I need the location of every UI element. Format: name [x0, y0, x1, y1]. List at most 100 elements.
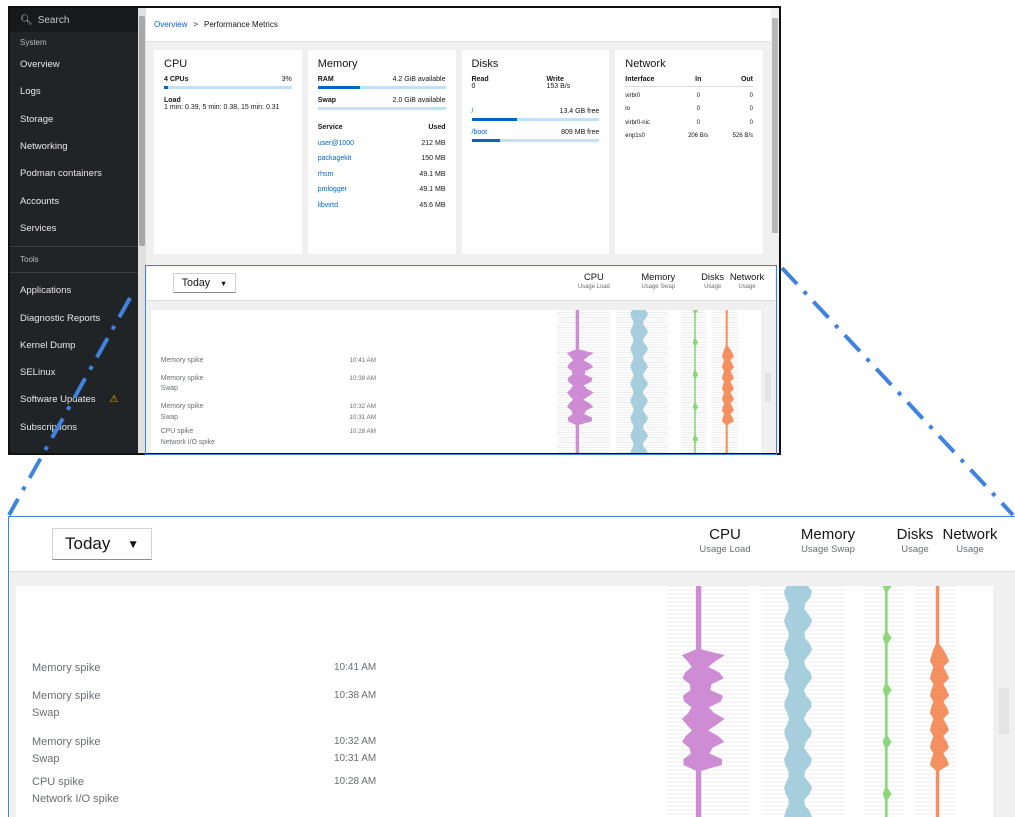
sidebar-item-label: Software Updates	[20, 394, 96, 406]
mount-free: 13.4 GB free	[559, 108, 600, 115]
iface-out: 0	[749, 106, 753, 113]
metric-group-header: CPU Usage Load	[566, 272, 622, 291]
network-table-header: Interface In Out	[625, 76, 753, 87]
timeline-header: Today ▼ CPU Usage Load Memory Usage Swap Disks…	[147, 267, 775, 301]
search-box[interactable]: 🔍︎ Search	[10, 8, 138, 32]
sidebar-item-subscriptions[interactable]: Subscriptions	[10, 414, 138, 441]
iface-in: 0	[696, 92, 700, 99]
iface-name: enp1s0	[625, 133, 645, 140]
scrollbar-thumb[interactable]	[139, 16, 145, 246]
service-link[interactable]: packagekit	[318, 155, 351, 162]
metric-group-subtitle: Usage Swap	[641, 284, 676, 291]
graph-area	[721, 309, 734, 453]
service-row: packagekit 150 MB	[318, 151, 446, 167]
search-icon: 🔍︎	[20, 14, 33, 26]
sidebar-item-storage[interactable]: Storage	[10, 106, 138, 133]
breadcrumb-overview-link[interactable]: Overview	[154, 20, 187, 29]
sidebar-item-diagnostic-reports[interactable]: Diagnostic Reports	[10, 304, 138, 331]
metric-group-header: Network Usage	[719, 272, 775, 291]
memory-usage-graph	[616, 309, 669, 453]
read-label: Read	[471, 76, 489, 83]
event-time: 10:38 AM	[349, 374, 376, 382]
metric-group-subtitle: Usage Load	[577, 284, 610, 291]
cpu-count: 4 CPUs	[164, 76, 189, 83]
service-link[interactable]: pmlogger	[318, 186, 347, 193]
timeline-list: Memory spike 10:41 AM Memory spike Swap 10:3…	[150, 309, 762, 453]
metric-group-title: Memory	[641, 272, 676, 282]
cpu-load-values: 1 min: 0.39, 5 min: 0.38, 15 min: 0.31	[164, 104, 280, 111]
sidebar-item-services[interactable]: Services	[10, 215, 138, 242]
event-time: 10:28 AM	[349, 428, 376, 436]
mount-fill	[471, 139, 500, 142]
mount-fill	[471, 118, 518, 121]
event-time: 10:41 AM	[349, 357, 376, 364]
ram-fill	[317, 86, 360, 89]
scrollbar-thumb[interactable]	[772, 18, 778, 233]
service-used: 212 MB	[421, 139, 446, 147]
sidebar-divider	[10, 272, 138, 274]
cpu-usage: 3%	[281, 76, 292, 83]
disks-usage-graph	[680, 309, 706, 453]
service-used: 49.1 MB	[419, 186, 446, 194]
service-row: libvirtd 45.6 MB	[318, 198, 446, 214]
sidebar-item-kernel-dump[interactable]: Kernel Dump	[10, 332, 138, 359]
range-select-value: Today	[181, 277, 211, 290]
ram-bar	[317, 86, 446, 89]
service-used: 45.6 MB	[419, 201, 446, 209]
mount-bar	[471, 118, 600, 121]
event-label: CPU spike	[160, 428, 194, 436]
table-row: virbr0 0 0	[625, 89, 753, 103]
zoom-outline	[8, 516, 1015, 817]
sidebar-item-overview[interactable]: Overview	[10, 51, 138, 78]
service-link[interactable]: user@1000	[318, 140, 354, 147]
table-row: lo 0 0	[625, 103, 753, 117]
event-label: Memory spike	[160, 374, 204, 382]
write-value: 153 B/s	[546, 83, 571, 90]
mount-link-boot[interactable]: /boot	[472, 129, 488, 136]
mount-bar	[471, 139, 600, 142]
cpu-title: CPU	[164, 58, 188, 70]
sidebar-item-software-updates[interactable]: Software Updates ⚠	[10, 386, 138, 413]
sidebar-item-selinux[interactable]: SELinux	[10, 359, 138, 386]
sidebar-scrollbar[interactable]	[138, 8, 146, 453]
memory-card: Memory RAM 4.2 GiB available Swap 2.0 GiB …	[307, 50, 456, 254]
service-used: 49.1 MB	[419, 170, 446, 178]
graph-area	[692, 309, 698, 453]
iface-out: 0	[749, 119, 753, 126]
section-system-label: System	[20, 38, 47, 47]
ram-available: 4.2 GiB available	[392, 76, 446, 83]
disks-card: Disks Read 0 Write 153 B/s / 13.4 GB free…	[461, 50, 610, 254]
swap-label: Swap	[317, 97, 337, 104]
network-card: Network Interface In Out virbr0 0 0 lo 0 0 v…	[615, 50, 763, 254]
iface-out: 0	[749, 92, 753, 99]
sidebar-item-logs[interactable]: Logs	[10, 78, 138, 105]
disks-title: Disks	[471, 58, 499, 70]
cpu-load-label: Load	[164, 97, 181, 104]
cpu-usage-fill	[164, 86, 168, 89]
timeline-body: Memory spike 10:41 AM Memory spike Swap 10:3…	[147, 300, 775, 453]
iface-in: 0	[696, 119, 700, 126]
sidebar-item-networking[interactable]: Networking	[10, 133, 138, 160]
service-link[interactable]: rhsm	[318, 171, 334, 178]
sidebar-divider	[10, 246, 138, 248]
mount-link-root[interactable]: /	[472, 108, 474, 115]
cpu-usage-graph	[557, 309, 610, 453]
col-out: Out	[740, 76, 753, 83]
iface-name: virbr0	[625, 92, 641, 99]
sidebar-item-accounts[interactable]: Accounts	[10, 187, 138, 214]
timeline-scrollbar[interactable]	[765, 373, 772, 402]
service-row: pmlogger 49.1 MB	[318, 182, 446, 198]
event-time: 10:32 AM	[349, 403, 376, 411]
graph-area	[630, 309, 649, 453]
ram-label: RAM	[317, 76, 334, 83]
service-link[interactable]: libvirtd	[318, 202, 338, 209]
event-label: Memory spike	[160, 357, 204, 364]
warning-icon: ⚠	[109, 394, 119, 406]
service-row: user@1000 212 MB	[318, 136, 446, 152]
search-placeholder: Search	[37, 14, 70, 26]
range-select[interactable]: Today ▼	[173, 273, 236, 294]
cpu-usage-bar	[164, 86, 292, 89]
service-row: rhsm 49.1 MB	[318, 167, 446, 183]
sidebar-item-applications[interactable]: Applications	[10, 277, 138, 304]
sidebar-item-podman[interactable]: Podman containers	[10, 160, 138, 187]
